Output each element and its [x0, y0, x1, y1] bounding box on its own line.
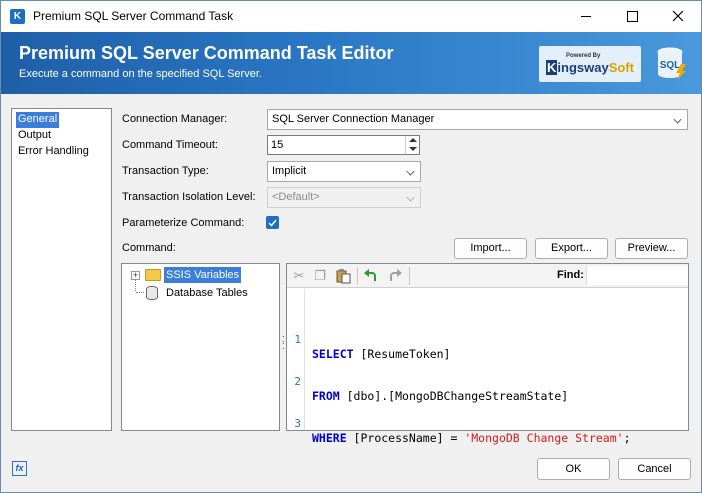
- nav-item-output[interactable]: Output: [16, 128, 111, 144]
- database-icon: [146, 286, 158, 300]
- kingswaysoft-logo-text: Powered By KingswaySoft: [546, 53, 634, 76]
- spin-down-icon[interactable]: [409, 147, 417, 151]
- code-area[interactable]: 1 SELECT [ResumeToken] 2 FROM [dbo].[Mon…: [287, 291, 630, 445]
- close-button[interactable]: [655, 1, 701, 32]
- spin-up-icon[interactable]: [409, 138, 417, 142]
- line-number: 3: [294, 417, 301, 430]
- parameterize-command-label: Parameterize Command:: [122, 217, 245, 229]
- transaction-type-value: Implicit: [272, 165, 307, 177]
- nav-item-general[interactable]: General: [16, 112, 60, 128]
- folder-icon: [145, 269, 161, 281]
- code-line: 2 FROM [dbo].[MongoDBChangeStreamState]: [287, 361, 568, 403]
- sql-text: [dbo].[MongoDBChangeStreamState]: [339, 389, 569, 403]
- connection-manager-label: Connection Manager:: [122, 113, 228, 125]
- command-label: Command:: [122, 242, 176, 254]
- line-number: 1: [294, 333, 301, 346]
- logo-k: K: [546, 60, 558, 75]
- spin-buttons[interactable]: [405, 136, 419, 154]
- sql-icon-text: SQL: [660, 60, 681, 71]
- variables-tree[interactable]: + SSIS Variables Database Tables: [121, 263, 280, 431]
- banner-title: Premium SQL Server Command Task Editor: [19, 43, 394, 63]
- sql-keyword: SELECT: [312, 347, 354, 361]
- checkmark-icon: [268, 219, 277, 227]
- transaction-type-label: Transaction Type:: [122, 165, 209, 177]
- tree-item-ssis-variables[interactable]: + SSIS Variables: [122, 267, 279, 284]
- command-timeout-label: Command Timeout:: [122, 139, 218, 151]
- logo-powered-by: Powered By: [566, 53, 601, 59]
- logo-ingsway: ingsway: [557, 60, 609, 75]
- undo-icon[interactable]: [363, 268, 379, 284]
- tree-item-label: SSIS Variables: [164, 267, 242, 283]
- sql-editor[interactable]: ✂ ❐ Find: 1 SELECT [ResumeToken] 2 FROM …: [286, 263, 689, 445]
- maximize-button[interactable]: [609, 1, 655, 32]
- toolbar-separator: [357, 267, 358, 285]
- nav-item-error-handling[interactable]: Error Handling: [16, 144, 111, 160]
- cancel-button[interactable]: Cancel: [618, 458, 691, 480]
- tree-item-label: Database Tables: [166, 287, 248, 299]
- toolbar-separator: [409, 267, 410, 285]
- ok-button[interactable]: OK: [537, 458, 610, 480]
- sql-text: [ResumeToken]: [353, 347, 451, 361]
- dialog-window: K Premium SQL Server Command Task Premiu…: [0, 0, 702, 493]
- logo-soft: Soft: [608, 60, 634, 75]
- editor-toolbar: ✂ ❐ Find:: [287, 264, 688, 288]
- command-timeout-value: 15: [271, 139, 284, 151]
- tree-item-database-tables[interactable]: Database Tables: [122, 285, 279, 302]
- chevron-down-icon: [673, 115, 682, 124]
- window-title: Premium SQL Server Command Task: [33, 9, 234, 23]
- preview-button[interactable]: Preview...: [615, 238, 688, 259]
- expression-fx-icon[interactable]: fx: [12, 461, 27, 476]
- cut-icon[interactable]: ✂: [291, 268, 307, 284]
- line-number: 2: [294, 375, 301, 388]
- connection-manager-select[interactable]: SQL Server Connection Manager: [267, 109, 688, 130]
- app-icon: K: [10, 9, 25, 24]
- chevron-down-icon: [406, 167, 415, 176]
- banner-subtitle: Execute a command on the specified SQL S…: [19, 68, 262, 80]
- minimize-button[interactable]: [563, 1, 609, 32]
- export-button[interactable]: Export...: [535, 238, 608, 259]
- find-input[interactable]: [586, 266, 688, 285]
- page-nav: General Output Error Handling: [11, 108, 112, 431]
- sql-text: ;: [623, 431, 631, 445]
- sql-text: [ProcessName] =: [346, 431, 465, 445]
- title-bar[interactable]: K Premium SQL Server Command Task: [1, 1, 701, 32]
- isolation-level-select: <Default>: [267, 187, 421, 208]
- isolation-level-label: Transaction Isolation Level:: [122, 191, 256, 203]
- isolation-level-value: <Default>: [272, 191, 320, 203]
- find-label: Find:: [557, 269, 584, 281]
- parameterize-command-checkbox[interactable]: [266, 216, 279, 229]
- connection-manager-value: SQL Server Connection Manager: [272, 113, 435, 125]
- import-button[interactable]: Import...: [454, 238, 527, 259]
- close-icon: [672, 10, 684, 22]
- sql-database-icon: SQL: [657, 47, 686, 80]
- transaction-type-select[interactable]: Implicit: [267, 161, 421, 182]
- code-line: 1 SELECT [ResumeToken]: [287, 319, 450, 361]
- paste-icon[interactable]: [335, 268, 351, 284]
- chevron-down-icon: [406, 193, 415, 202]
- redo-icon[interactable]: [387, 268, 403, 284]
- sql-keyword: FROM: [312, 389, 340, 403]
- sql-string: 'MongoDB Change Stream': [464, 431, 624, 445]
- code-line: 3 WHERE [ProcessName] = 'MongoDB Change …: [287, 403, 630, 445]
- command-timeout-stepper[interactable]: 15: [267, 135, 420, 155]
- pane-splitter[interactable]: ⁚ ⁚: [282, 336, 285, 358]
- sql-keyword: WHERE: [312, 431, 347, 445]
- copy-icon[interactable]: ❐: [312, 268, 328, 284]
- header-banner: Premium SQL Server Command Task Editor E…: [1, 32, 701, 94]
